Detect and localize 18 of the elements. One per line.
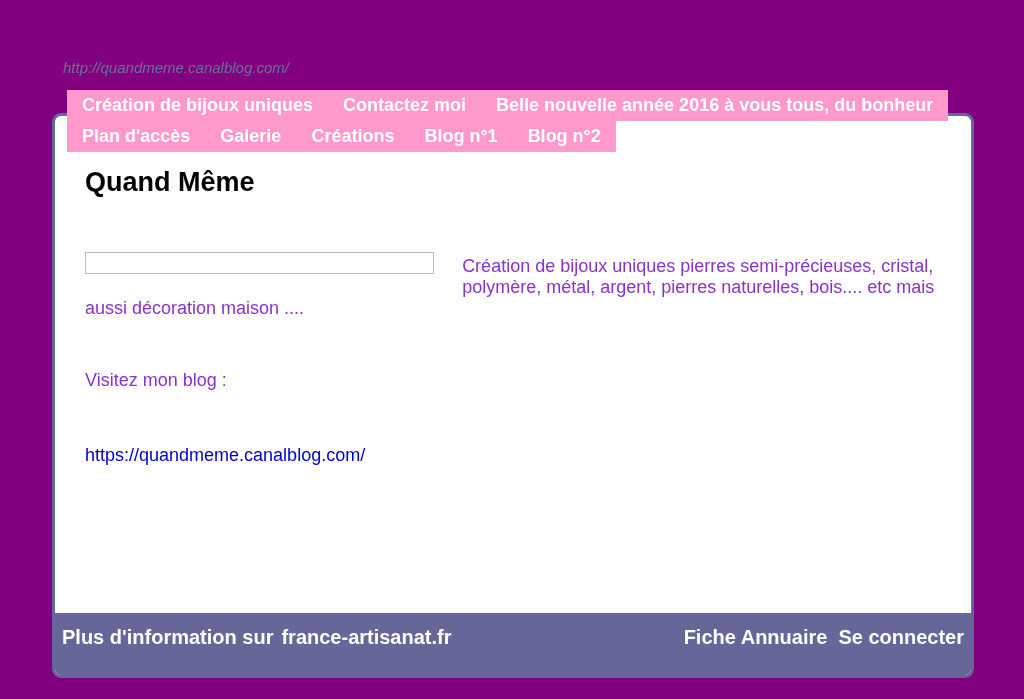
menu-link[interactable]: Blog n°2 — [512, 121, 616, 152]
intro-text: Création de bijoux uniques pierres semi-précieuses, cristal, polymère, métal, argent, pierres naturelles, bois.... etc mais — [462, 256, 936, 299]
menu-link[interactable]: Plan d'accès — [67, 121, 206, 152]
blog-label: Visitez mon blog : — [85, 370, 228, 391]
site-url: http://quandmeme.canalblog.com/ — [62, 58, 291, 78]
menu-link[interactable]: Blog n°1 — [409, 121, 513, 152]
footer-link[interactable]: france-artisanat.fr — [281, 624, 452, 675]
footer-link[interactable]: Se connecter — [838, 624, 964, 675]
footer-link[interactable]: Fiche Annuaire — [683, 624, 828, 675]
footer-label: Plus d'information sur — [62, 625, 274, 650]
blog-link[interactable]: https://quandmeme.canalblog.com/ — [85, 445, 366, 465]
menu-link[interactable]: Belle nouvelle année 2016 à vous tous, du bonheur — [481, 90, 949, 121]
menu-link[interactable]: Contactez moi — [328, 90, 482, 121]
page-title: Quand Même — [85, 166, 256, 198]
menu-link[interactable]: Créations — [296, 121, 410, 152]
menu-link[interactable]: Création de bijoux uniques — [67, 90, 329, 121]
menu-link[interactable]: Galerie — [205, 121, 297, 152]
intro-text: aussi décoration maison .... — [85, 298, 306, 319]
